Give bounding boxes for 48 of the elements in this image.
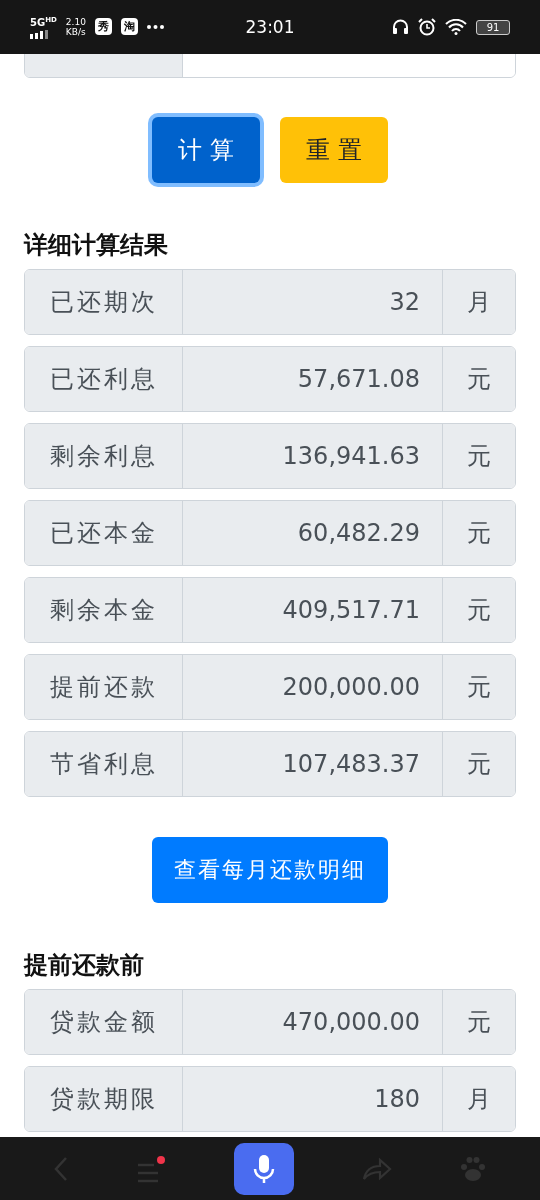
- microphone-icon: [252, 1153, 276, 1184]
- row-value: 57,671.08: [183, 347, 442, 411]
- unit-label: 元: [442, 347, 515, 411]
- paw-icon[interactable]: [460, 1155, 486, 1182]
- row-value: 470,000.00: [183, 990, 442, 1054]
- row-label: 贷款期限: [25, 1067, 183, 1131]
- row-label: 剩余利息: [25, 424, 183, 488]
- row-label: 剩余本金: [25, 578, 183, 642]
- row-value: 136,941.63: [183, 424, 442, 488]
- row-value: 107,483.37: [183, 732, 442, 796]
- section-heading: 提前还款前: [24, 950, 145, 981]
- wifi-icon: [445, 19, 467, 35]
- unit-label: 元: [442, 732, 515, 796]
- row-value: 60,482.29: [183, 501, 442, 565]
- app-notification-icon: 淘: [120, 18, 138, 36]
- back-icon[interactable]: [54, 1155, 68, 1182]
- speed-value: 2.10: [65, 17, 86, 27]
- menu-icon[interactable]: [136, 1154, 166, 1183]
- row-value: 409,517.71: [183, 578, 442, 642]
- section-heading: 详细计算结果: [24, 230, 169, 261]
- reset-button[interactable]: 重置: [280, 117, 388, 183]
- unit-label: 元: [442, 578, 515, 642]
- unit-label: 月: [442, 1067, 515, 1131]
- app-notification-icon: 秀: [94, 18, 112, 36]
- unit-label: 元: [442, 501, 515, 565]
- monthly-details-button[interactable]: 查看每月还款明细: [152, 837, 388, 903]
- share-icon[interactable]: [362, 1156, 392, 1181]
- voice-button[interactable]: [234, 1142, 294, 1195]
- row-label: 已还利息: [25, 347, 183, 411]
- clock: 23:01: [245, 17, 295, 37]
- row-label: 提前还款: [25, 655, 183, 719]
- unit-label: 元: [442, 424, 515, 488]
- row-value: 180: [183, 1067, 442, 1131]
- row-label: 已还期次: [25, 270, 183, 334]
- row-label: 贷款金额: [25, 990, 183, 1054]
- row-label: 已还本金: [25, 501, 183, 565]
- alarm-icon: [418, 18, 436, 36]
- speed-unit: KB/s: [65, 27, 86, 37]
- row-value: 32: [183, 270, 442, 334]
- unit-label: 月: [442, 270, 515, 334]
- more-icon: [146, 25, 164, 29]
- battery-level: 91: [486, 21, 500, 33]
- network-label: 5G$^{HD}$: [30, 15, 57, 29]
- row-value: 200,000.00: [183, 655, 442, 719]
- unit-label: 元: [442, 990, 515, 1054]
- row-label: 节省利息: [25, 732, 183, 796]
- unit-label: 元: [442, 655, 515, 719]
- headphones-icon: [392, 18, 409, 36]
